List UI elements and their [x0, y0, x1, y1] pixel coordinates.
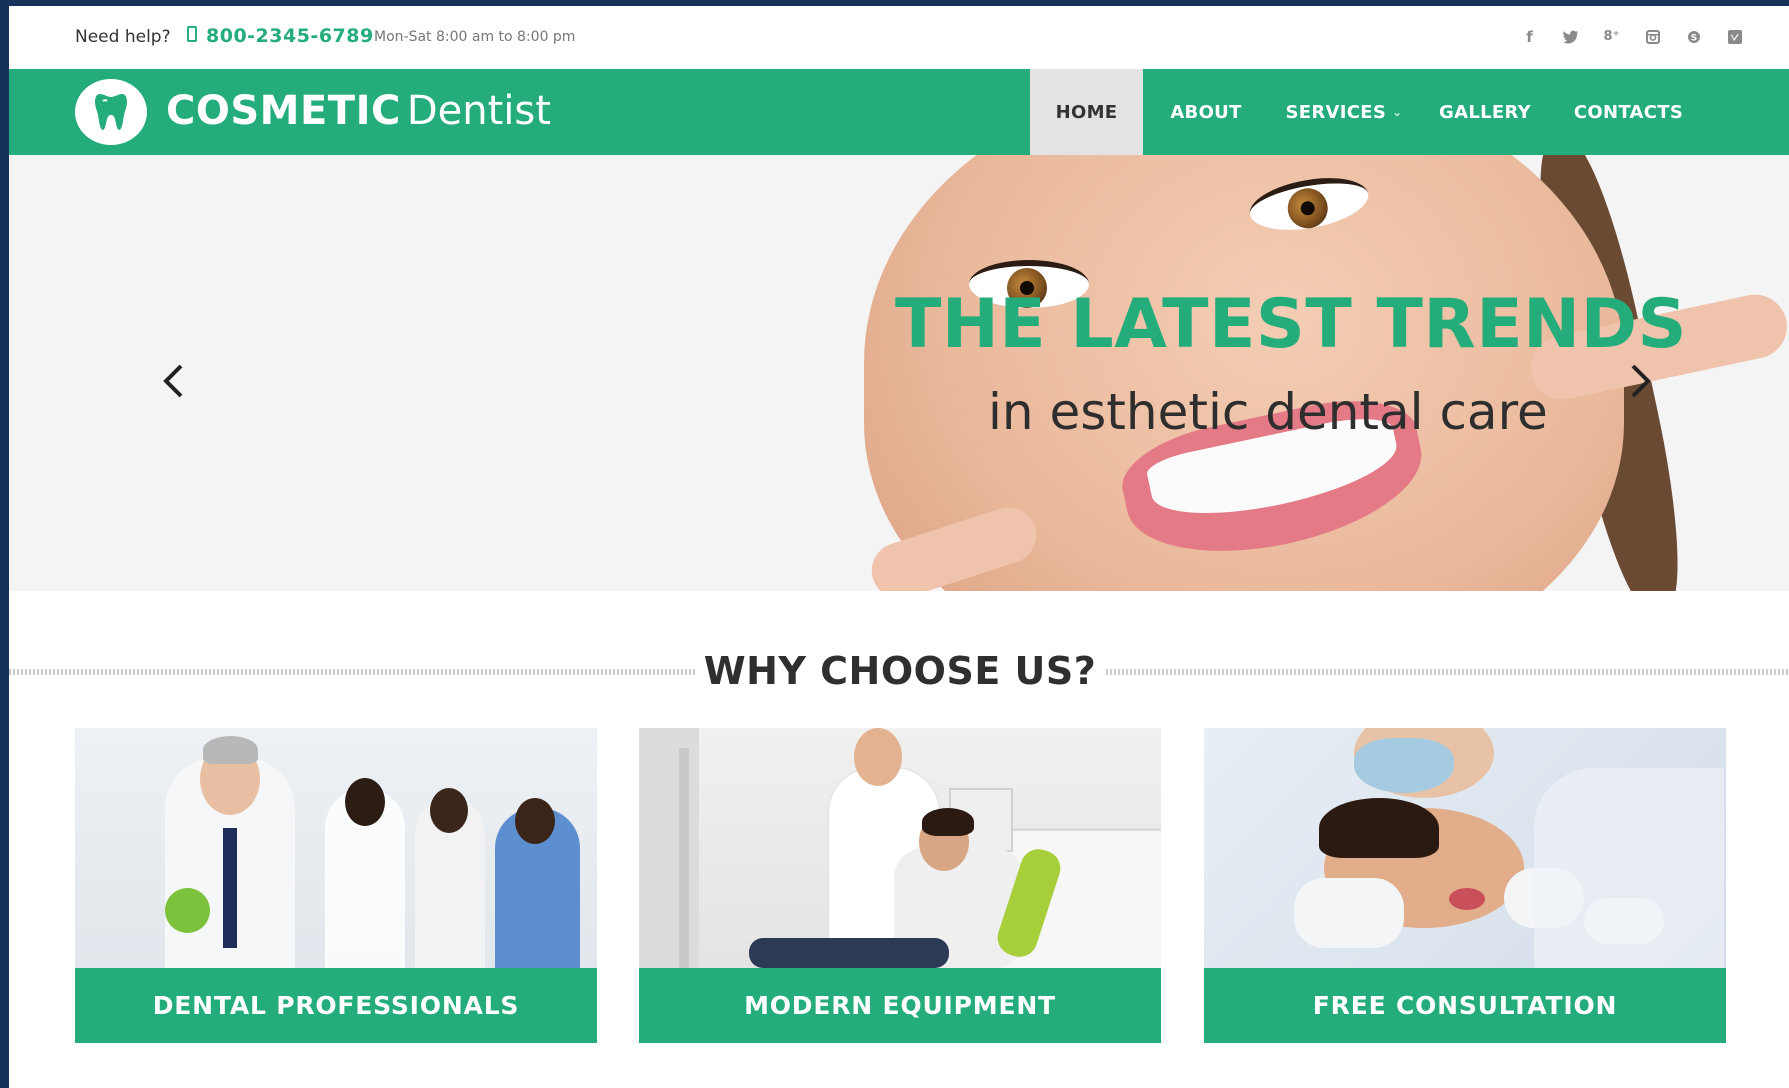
brand-name-thin: Dentist [406, 88, 551, 134]
card-label: FREE CONSULTATION [1204, 968, 1726, 1043]
heading-divider [1106, 669, 1789, 675]
hero-slider: THE LATEST TRENDS in esthetic dental car… [9, 155, 1789, 591]
feature-card-free-consultation[interactable]: FREE CONSULTATION [1204, 728, 1726, 1043]
nav-home[interactable]: HOME [1030, 69, 1143, 155]
hero-title: THE LATEST TRENDS [895, 285, 1687, 364]
nav-services[interactable]: SERVICES ⌄ [1269, 69, 1419, 155]
google-plus-icon[interactable]: 8⁺ [1601, 26, 1622, 47]
twitter-icon[interactable] [1560, 26, 1581, 47]
svg-text:S: S [1690, 33, 1696, 43]
phone-number[interactable]: 800-2345-6789 [206, 25, 374, 47]
why-choose-us-heading: WHY CHOOSE US? [9, 646, 1789, 694]
nav-gallery[interactable]: GALLERY [1419, 69, 1551, 155]
section-title: WHY CHOOSE US? [703, 649, 1097, 693]
feature-card-dental-professionals[interactable]: DENTAL PROFESSIONALS [75, 728, 597, 1043]
nav-services-label: SERVICES [1285, 101, 1387, 123]
main-nav: HOME ABOUT SERVICES ⌄ GALLERY CONTACTS [1030, 69, 1706, 155]
header: COSMETIC Dentist HOME ABOUT SERVICES ⌄ GA… [9, 69, 1789, 155]
brand-name-bold: COSMETIC [166, 88, 401, 134]
feature-card-modern-equipment[interactable]: MODERN EQUIPMENT [639, 728, 1161, 1043]
logo[interactable] [75, 79, 147, 145]
hero-subtitle: in esthetic dental care [988, 383, 1548, 441]
phone-icon [187, 26, 197, 42]
nav-contacts[interactable]: CONTACTS [1551, 69, 1706, 155]
vimeo-icon[interactable] [1724, 26, 1745, 47]
brand-name[interactable]: COSMETIC Dentist [166, 88, 551, 134]
skype-icon[interactable]: S [1683, 26, 1704, 47]
social-links: f 8⁺ S [1519, 26, 1745, 47]
facebook-icon[interactable]: f [1519, 26, 1540, 47]
card-label: MODERN EQUIPMENT [639, 968, 1161, 1043]
card-image-dentists [75, 728, 597, 968]
chevron-left-icon[interactable] [159, 361, 187, 401]
chevron-down-icon: ⌄ [1392, 105, 1403, 119]
card-label: DENTAL PROFESSIONALS [75, 968, 597, 1043]
nav-about[interactable]: ABOUT [1143, 69, 1269, 155]
top-bar: Need help? 800-2345-6789 Mon-Sat 8:00 am… [9, 6, 1789, 69]
instagram-icon[interactable] [1642, 26, 1663, 47]
tooth-icon [95, 94, 127, 130]
need-help-label: Need help? [75, 27, 171, 47]
chevron-right-icon[interactable] [1627, 361, 1655, 401]
card-image-equipment [639, 728, 1161, 968]
heading-divider [9, 669, 695, 675]
page: Need help? 800-2345-6789 Mon-Sat 8:00 am… [9, 6, 1789, 1088]
card-image-consultation [1204, 728, 1726, 968]
business-hours: Mon-Sat 8:00 am to 8:00 pm [374, 29, 576, 45]
